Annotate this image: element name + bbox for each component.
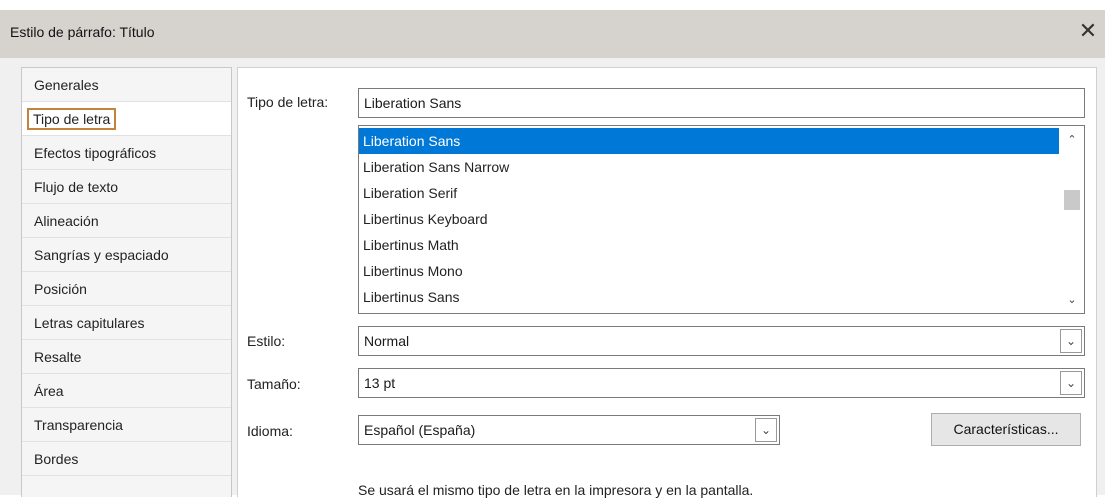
sidebar-item-generales[interactable]: Generales [22,68,231,102]
font-info-note: Se usará el mismo tipo de letra en la im… [358,482,754,498]
sidebar-item-tipo-de-letra[interactable]: Tipo de letra [22,102,231,136]
sidebar-item-label: Letras capitulares [34,315,145,331]
list-scrollbar[interactable]: ⌃ ⌄ [1060,126,1084,313]
chevron-down-icon[interactable]: ⌄ [1064,292,1080,308]
sidebar-item-bordes[interactable]: Bordes [22,442,231,476]
sidebar-item-efectos-tipograficos[interactable]: Efectos tipográficos [22,136,231,170]
chevron-down-icon[interactable]: ⌄ [1060,329,1082,353]
chevron-up-icon[interactable]: ⌃ [1064,132,1080,148]
language-value: Español (España) [364,422,476,438]
list-item[interactable]: Liberation Sans [359,128,1059,154]
sidebar-item-area[interactable]: Área [22,374,231,408]
size-value: 13 pt [364,375,396,391]
style-label: Estilo: [247,333,286,349]
sidebar-item-label: Efectos tipográficos [34,145,157,161]
size-select[interactable]: 13 pt ⌄ [358,368,1085,398]
list-item[interactable]: Libertinus Keyboard [359,206,1059,232]
style-value: Normal [364,333,410,349]
title-bar: Estilo de párrafo: Título ✕ [0,10,1105,58]
sidebar-item-label: Alineación [34,213,99,229]
category-sidebar: Generales Tipo de letra Efectos tipográf… [21,67,232,497]
sidebar-item-label: Resalte [34,349,82,365]
sidebar-item-sangrias[interactable]: Sangrías y espaciado [22,238,231,272]
style-select[interactable]: Normal ⌄ [358,326,1085,356]
list-item[interactable]: Libertinus Math [359,232,1059,258]
list-item[interactable]: Liberation Sans Narrow [359,154,1059,180]
font-family-list[interactable]: Liberation Sans Liberation Sans Narrow L… [358,125,1085,314]
window-title: Estilo de párrafo: Título [10,24,155,40]
list-item[interactable]: Libertinus Sans [359,284,1059,310]
features-button[interactable]: Características... [931,413,1081,446]
font-family-input[interactable]: Liberation Sans [358,88,1085,118]
sidebar-item-resalte[interactable]: Resalte [22,340,231,374]
sidebar-item-transparencia[interactable]: Transparencia [22,408,231,442]
sidebar-item-label: Transparencia [34,417,123,433]
scroll-thumb[interactable] [1064,190,1080,210]
font-family-label: Tipo de letra: [247,94,329,110]
language-label: Idioma: [247,423,293,439]
size-label: Tamaño: [247,376,301,392]
language-select[interactable]: Español (España) ⌄ [358,415,780,445]
sidebar-item-letras-capitulares[interactable]: Letras capitulares [22,306,231,340]
list-item[interactable]: Liberation Serif [359,180,1059,206]
list-item[interactable]: Libertinus Mono [359,258,1059,284]
sidebar-item-label: Sangrías y espaciado [34,247,169,263]
sidebar-item-label: Flujo de texto [34,179,119,195]
sidebar-item-label: Área [34,383,64,399]
chevron-down-icon[interactable]: ⌄ [1060,371,1082,395]
sidebar-item-label: Generales [34,77,99,93]
sidebar-item-posicion[interactable]: Posición [22,272,231,306]
close-icon[interactable]: ✕ [1075,18,1101,44]
sidebar-item-label: Posición [34,281,87,297]
sidebar-item-label: Bordes [34,451,79,467]
chevron-down-icon[interactable]: ⌄ [755,418,777,442]
sidebar-item-alineacion[interactable]: Alineación [22,204,231,238]
sidebar-item-flujo-de-texto[interactable]: Flujo de texto [22,170,231,204]
sidebar-item-label: Tipo de letra [26,108,117,130]
